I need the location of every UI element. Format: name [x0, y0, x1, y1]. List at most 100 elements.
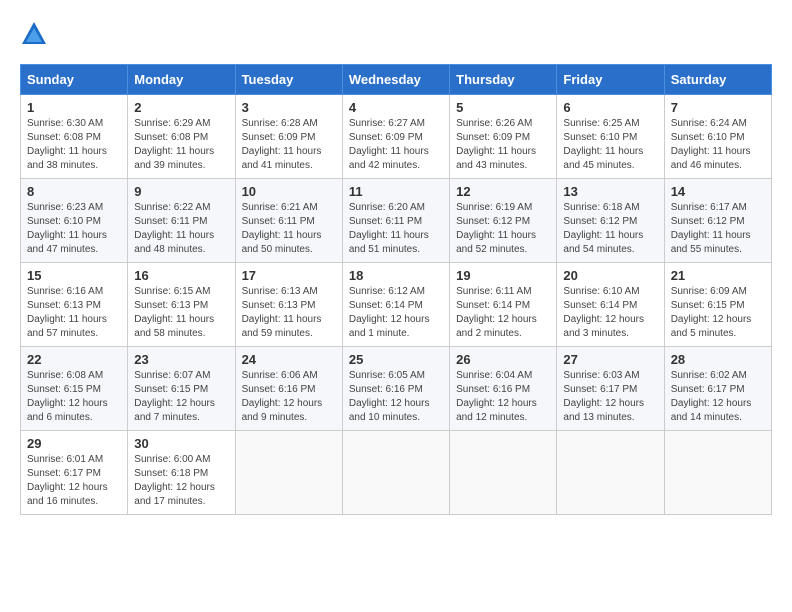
day-number: 10 [242, 184, 336, 199]
calendar-cell: 5 Sunrise: 6:26 AMSunset: 6:09 PMDaylight… [450, 95, 557, 179]
cell-details: Sunrise: 6:18 AMSunset: 6:12 PMDaylight:… [563, 201, 657, 257]
cell-details: Sunrise: 6:21 AMSunset: 6:11 PMDaylight:… [242, 201, 336, 257]
calendar-week-row: 22 Sunrise: 6:08 AMSunset: 6:15 PMDayligh… [21, 347, 772, 431]
calendar-header-row: SundayMondayTuesdayWednesdayThursdayFrid… [21, 65, 772, 95]
day-number: 17 [242, 268, 336, 283]
calendar-cell [450, 431, 557, 515]
calendar-cell: 1 Sunrise: 6:30 AMSunset: 6:08 PMDaylight… [21, 95, 128, 179]
day-number: 3 [242, 100, 336, 115]
day-number: 7 [671, 100, 765, 115]
cell-details: Sunrise: 6:19 AMSunset: 6:12 PMDaylight:… [456, 201, 550, 257]
day-number: 28 [671, 352, 765, 367]
cell-details: Sunrise: 6:13 AMSunset: 6:13 PMDaylight:… [242, 285, 336, 341]
column-header-thursday: Thursday [450, 65, 557, 95]
day-number: 13 [563, 184, 657, 199]
calendar-week-row: 1 Sunrise: 6:30 AMSunset: 6:08 PMDaylight… [21, 95, 772, 179]
day-number: 2 [134, 100, 228, 115]
cell-details: Sunrise: 6:26 AMSunset: 6:09 PMDaylight:… [456, 117, 550, 173]
calendar-cell: 2 Sunrise: 6:29 AMSunset: 6:08 PMDaylight… [128, 95, 235, 179]
calendar-cell: 30Sunrise: 6:00 AMSunset: 6:18 PMDayligh… [128, 431, 235, 515]
calendar-cell: 24Sunrise: 6:06 AMSunset: 6:16 PMDayligh… [235, 347, 342, 431]
cell-details: Sunrise: 6:30 AMSunset: 6:08 PMDaylight:… [27, 117, 121, 173]
cell-details: Sunrise: 6:05 AMSunset: 6:16 PMDaylight:… [349, 369, 443, 425]
day-number: 15 [27, 268, 121, 283]
cell-details: Sunrise: 6:29 AMSunset: 6:08 PMDaylight:… [134, 117, 228, 173]
cell-details: Sunrise: 6:20 AMSunset: 6:11 PMDaylight:… [349, 201, 443, 257]
logo [20, 20, 52, 48]
calendar-table: SundayMondayTuesdayWednesdayThursdayFrid… [20, 64, 772, 515]
calendar-cell [342, 431, 449, 515]
calendar-cell: 10 Sunrise: 6:21 AMSunset: 6:11 PMDayligh… [235, 179, 342, 263]
calendar-cell: 23Sunrise: 6:07 AMSunset: 6:15 PMDayligh… [128, 347, 235, 431]
column-header-tuesday: Tuesday [235, 65, 342, 95]
calendar-cell [235, 431, 342, 515]
cell-details: Sunrise: 6:07 AMSunset: 6:15 PMDaylight:… [134, 369, 228, 425]
cell-details: Sunrise: 6:02 AMSunset: 6:17 PMDaylight:… [671, 369, 765, 425]
cell-details: Sunrise: 6:04 AMSunset: 6:16 PMDaylight:… [456, 369, 550, 425]
cell-details: Sunrise: 6:27 AMSunset: 6:09 PMDaylight:… [349, 117, 443, 173]
cell-details: Sunrise: 6:10 AMSunset: 6:14 PMDaylight:… [563, 285, 657, 341]
day-number: 14 [671, 184, 765, 199]
day-number: 22 [27, 352, 121, 367]
day-number: 18 [349, 268, 443, 283]
calendar-cell [664, 431, 771, 515]
page-header [20, 20, 772, 48]
day-number: 12 [456, 184, 550, 199]
calendar-cell: 29 Sunrise: 6:01 AMSunset: 6:17 PMDayligh… [21, 431, 128, 515]
calendar-cell: 3 Sunrise: 6:28 AMSunset: 6:09 PMDaylight… [235, 95, 342, 179]
day-number: 5 [456, 100, 550, 115]
calendar-cell: 25 Sunrise: 6:05 AMSunset: 6:16 PMDayligh… [342, 347, 449, 431]
logo-icon [20, 20, 48, 48]
calendar-cell: 18 Sunrise: 6:12 AMSunset: 6:14 PMDayligh… [342, 263, 449, 347]
cell-details: Sunrise: 6:23 AMSunset: 6:10 PMDaylight:… [27, 201, 121, 257]
calendar-cell: 17 Sunrise: 6:13 AMSunset: 6:13 PMDayligh… [235, 263, 342, 347]
cell-details: Sunrise: 6:09 AMSunset: 6:15 PMDaylight:… [671, 285, 765, 341]
cell-details: Sunrise: 6:15 AMSunset: 6:13 PMDaylight:… [134, 285, 228, 341]
calendar-cell: 4Sunrise: 6:27 AMSunset: 6:09 PMDaylight… [342, 95, 449, 179]
calendar-cell: 8 Sunrise: 6:23 AMSunset: 6:10 PMDaylight… [21, 179, 128, 263]
day-number: 29 [27, 436, 121, 451]
calendar-cell: 19Sunrise: 6:11 AMSunset: 6:14 PMDayligh… [450, 263, 557, 347]
calendar-cell: 6 Sunrise: 6:25 AMSunset: 6:10 PMDaylight… [557, 95, 664, 179]
day-number: 8 [27, 184, 121, 199]
calendar-cell: 13 Sunrise: 6:18 AMSunset: 6:12 PMDayligh… [557, 179, 664, 263]
cell-details: Sunrise: 6:11 AMSunset: 6:14 PMDaylight:… [456, 285, 550, 341]
cell-details: Sunrise: 6:00 AMSunset: 6:18 PMDaylight:… [134, 453, 228, 509]
cell-details: Sunrise: 6:16 AMSunset: 6:13 PMDaylight:… [27, 285, 121, 341]
calendar-cell: 16Sunrise: 6:15 AMSunset: 6:13 PMDayligh… [128, 263, 235, 347]
day-number: 6 [563, 100, 657, 115]
column-header-friday: Friday [557, 65, 664, 95]
day-number: 20 [563, 268, 657, 283]
day-number: 1 [27, 100, 121, 115]
calendar-week-row: 29 Sunrise: 6:01 AMSunset: 6:17 PMDayligh… [21, 431, 772, 515]
calendar-cell: 26 Sunrise: 6:04 AMSunset: 6:16 PMDayligh… [450, 347, 557, 431]
day-number: 27 [563, 352, 657, 367]
cell-details: Sunrise: 6:28 AMSunset: 6:09 PMDaylight:… [242, 117, 336, 173]
column-header-saturday: Saturday [664, 65, 771, 95]
calendar-cell [557, 431, 664, 515]
calendar-cell: 14 Sunrise: 6:17 AMSunset: 6:12 PMDayligh… [664, 179, 771, 263]
cell-details: Sunrise: 6:17 AMSunset: 6:12 PMDaylight:… [671, 201, 765, 257]
day-number: 9 [134, 184, 228, 199]
cell-details: Sunrise: 6:08 AMSunset: 6:15 PMDaylight:… [27, 369, 121, 425]
cell-details: Sunrise: 6:01 AMSunset: 6:17 PMDaylight:… [27, 453, 121, 509]
day-number: 26 [456, 352, 550, 367]
calendar-week-row: 15 Sunrise: 6:16 AMSunset: 6:13 PMDayligh… [21, 263, 772, 347]
column-header-wednesday: Wednesday [342, 65, 449, 95]
day-number: 25 [349, 352, 443, 367]
calendar-cell: 21 Sunrise: 6:09 AMSunset: 6:15 PMDayligh… [664, 263, 771, 347]
cell-details: Sunrise: 6:25 AMSunset: 6:10 PMDaylight:… [563, 117, 657, 173]
calendar-cell: 11Sunrise: 6:20 AMSunset: 6:11 PMDayligh… [342, 179, 449, 263]
calendar-week-row: 8 Sunrise: 6:23 AMSunset: 6:10 PMDaylight… [21, 179, 772, 263]
calendar-cell: 27 Sunrise: 6:03 AMSunset: 6:17 PMDayligh… [557, 347, 664, 431]
cell-details: Sunrise: 6:03 AMSunset: 6:17 PMDaylight:… [563, 369, 657, 425]
cell-details: Sunrise: 6:22 AMSunset: 6:11 PMDaylight:… [134, 201, 228, 257]
column-header-sunday: Sunday [21, 65, 128, 95]
calendar-cell: 22 Sunrise: 6:08 AMSunset: 6:15 PMDayligh… [21, 347, 128, 431]
calendar-cell: 20 Sunrise: 6:10 AMSunset: 6:14 PMDayligh… [557, 263, 664, 347]
cell-details: Sunrise: 6:24 AMSunset: 6:10 PMDaylight:… [671, 117, 765, 173]
day-number: 21 [671, 268, 765, 283]
cell-details: Sunrise: 6:12 AMSunset: 6:14 PMDaylight:… [349, 285, 443, 341]
cell-details: Sunrise: 6:06 AMSunset: 6:16 PMDaylight:… [242, 369, 336, 425]
calendar-cell: 15 Sunrise: 6:16 AMSunset: 6:13 PMDayligh… [21, 263, 128, 347]
